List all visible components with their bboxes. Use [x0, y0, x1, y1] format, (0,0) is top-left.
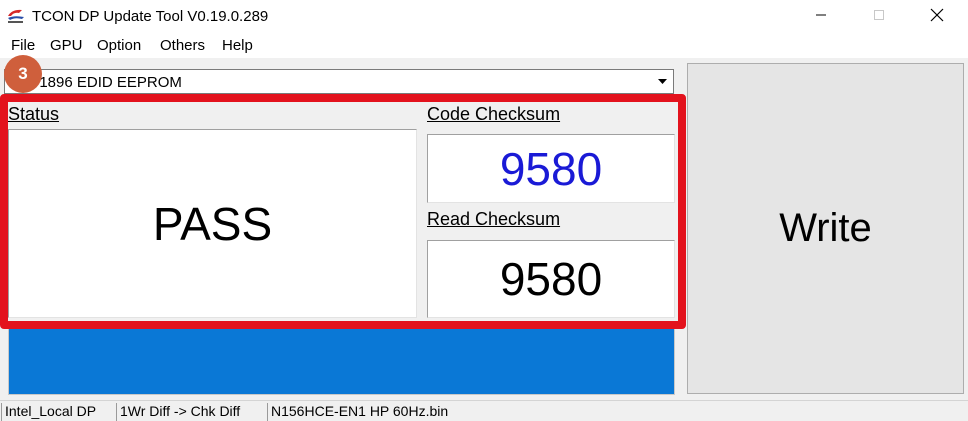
status-bar: Intel_Local DP 1Wr Diff -> Chk Diff N156…	[0, 400, 968, 421]
title-bar: TCON DP Update Tool V0.19.0.289	[0, 0, 968, 34]
menu-option[interactable]: Option	[97, 37, 141, 54]
tcon-app-icon	[6, 7, 26, 25]
code-checksum-panel: 9580	[427, 134, 675, 203]
step-badge: 3	[4, 55, 42, 93]
read-checksum-panel: 9580	[427, 240, 675, 318]
menu-others[interactable]: Others	[160, 37, 205, 54]
minimize-icon	[815, 8, 827, 26]
write-button[interactable]: Write	[687, 63, 964, 394]
read-checksum-label: Read Checksum	[427, 209, 561, 229]
device-select-value: 71896 EDID EEPROM	[31, 74, 182, 91]
code-checksum-value: 9580	[499, 142, 603, 195]
device-select[interactable]: 71896 EDID EEPROM	[4, 69, 674, 94]
chevron-down-icon[interactable]	[654, 72, 671, 91]
close-button[interactable]	[908, 0, 966, 34]
progress-bar	[8, 322, 675, 395]
code-checksum-label: Code Checksum	[427, 104, 561, 124]
statusbar-pane-mode: 1Wr Diff -> Chk Diff	[116, 403, 265, 421]
window-title: TCON DP Update Tool V0.19.0.289	[32, 8, 269, 25]
minimize-button[interactable]	[792, 0, 850, 34]
status-panel: PASS	[8, 129, 417, 318]
close-icon	[930, 8, 944, 27]
maximize-icon	[873, 8, 885, 26]
read-checksum-value: 9580	[499, 253, 603, 305]
menu-file[interactable]: File	[11, 37, 35, 54]
maximize-button	[850, 0, 908, 34]
write-button-label: Write	[779, 206, 872, 250]
statusbar-pane-connection: Intel_Local DP	[1, 403, 114, 421]
menu-gpu[interactable]: GPU	[50, 37, 83, 54]
statusbar-pane-file: N156HCE-EN1 HP 60Hz.bin	[267, 403, 667, 421]
progress-fill	[9, 323, 674, 394]
menu-help[interactable]: Help	[222, 37, 253, 54]
menu-bar: File GPU Option Others Help	[0, 34, 968, 58]
status-label: Status	[8, 104, 60, 124]
status-value: PASS	[152, 197, 273, 250]
